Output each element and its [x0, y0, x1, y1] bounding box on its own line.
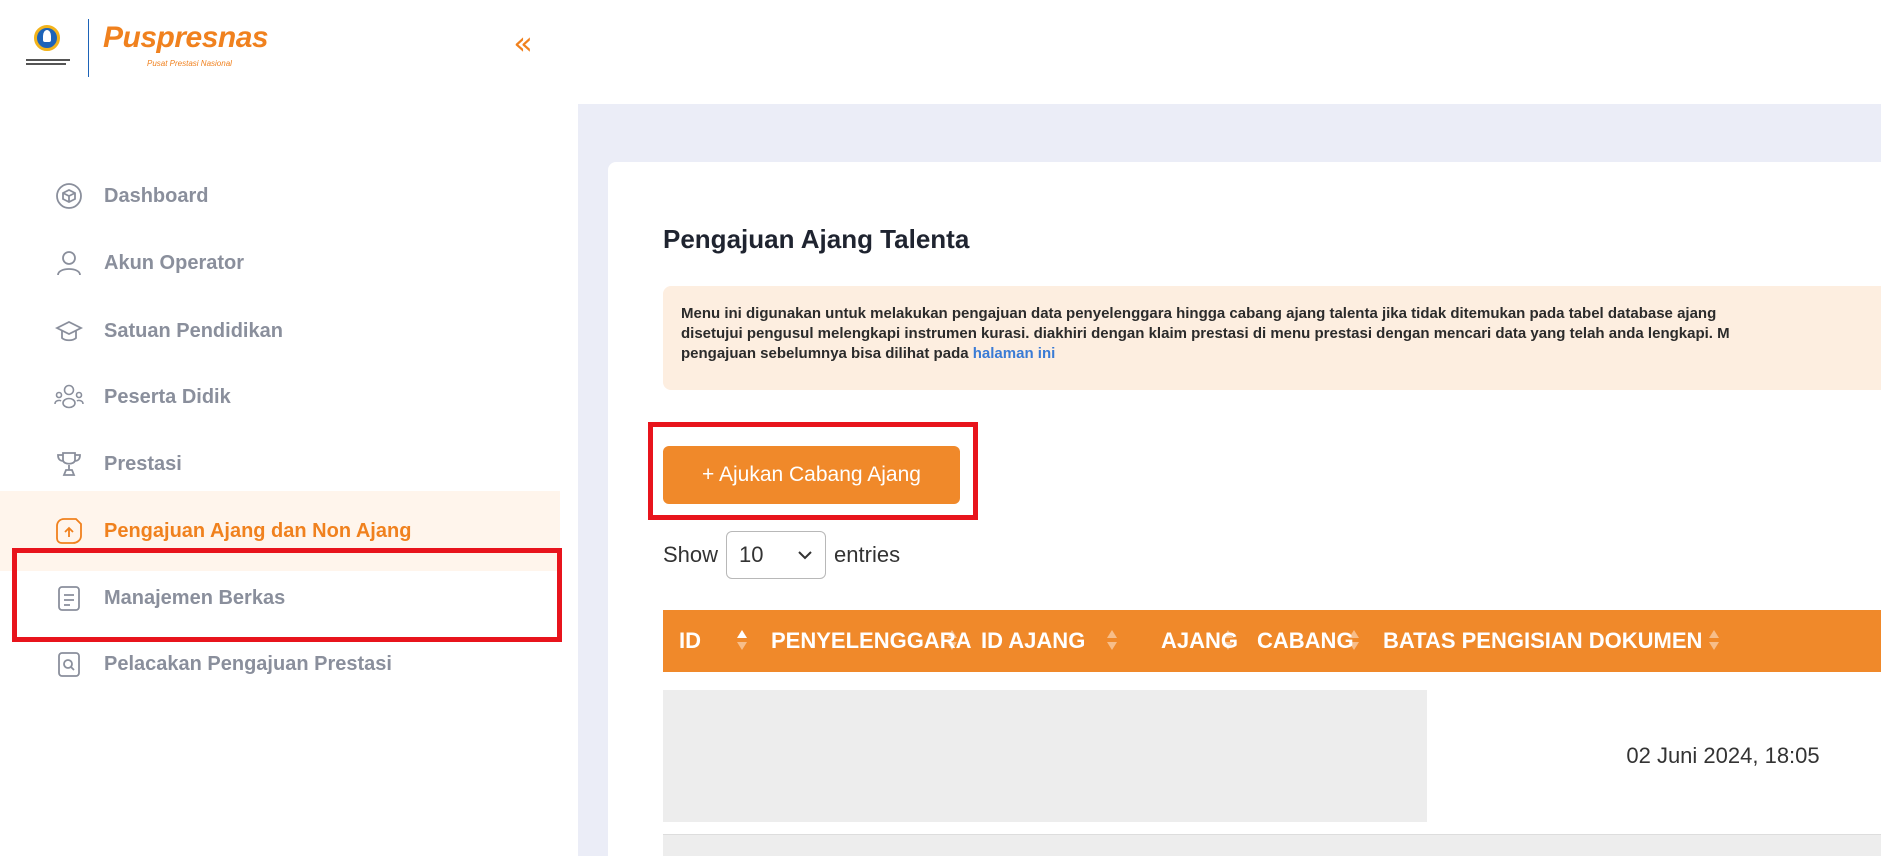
sidebar-item-label: Prestasi	[104, 452, 182, 475]
sort-icon	[1223, 630, 1233, 652]
logo-divider	[88, 19, 89, 77]
sidebar-item-label: Pelacakan Pengajuan Prestasi	[104, 652, 392, 675]
entries-control: Show 10 entries	[663, 530, 900, 580]
show-label: Show	[663, 542, 719, 567]
search-file-icon	[54, 649, 84, 679]
table-row	[663, 834, 1881, 856]
chevron-down-icon	[797, 547, 813, 563]
entries-suffix-label: entries	[834, 542, 901, 567]
entries-selected-value: 10	[739, 542, 764, 567]
user-icon	[54, 248, 84, 278]
sidebar-item-label: Satuan Pendidikan	[104, 319, 283, 342]
sidebar-item-label: Manajemen Berkas	[104, 586, 286, 609]
ajukan-cabang-ajang-button[interactable]: + Ajukan Cabang Ajang	[663, 446, 960, 504]
topbar	[578, 0, 1881, 104]
document-icon	[54, 583, 84, 613]
history-link[interactable]: halaman ini	[973, 345, 1056, 362]
column-header-penyelenggara[interactable]: PENYELENGGARA	[755, 610, 971, 672]
users-icon	[54, 382, 84, 412]
column-header-id[interactable]: ID	[663, 610, 755, 672]
emblem-logo	[26, 19, 70, 77]
column-header-ajang[interactable]: AJANG	[1125, 610, 1241, 672]
info-notice: Menu ini digunakan untuk melakukan penga…	[663, 286, 1881, 390]
column-header-batas-pengisian[interactable]: BATAS PENGISIAN DOKUMEN	[1367, 610, 1727, 672]
sidebar-item-label: Peserta Didik	[104, 385, 231, 408]
upload-file-icon	[54, 516, 84, 546]
sidebar-item-pelacakan[interactable]: Pelacakan Pengajuan Prestasi	[0, 624, 560, 704]
notice-line-3-text: pengajuan sebelumnya bisa dilihat pada	[681, 345, 969, 362]
sidebar-item-label: Akun Operator	[104, 251, 245, 274]
sort-icon	[947, 630, 957, 652]
sidebar: Puspresnas Pusat Prestasi Nasional « Das…	[0, 0, 578, 856]
notice-line-3: pengajuan sebelumnya bisa dilihat pada h…	[681, 344, 1875, 364]
sidebar-item-label: Pengajuan Ajang dan Non Ajang	[104, 519, 412, 542]
entries-per-page-select[interactable]: 10	[726, 531, 827, 579]
collapse-sidebar-button[interactable]: «	[508, 27, 538, 59]
notice-line-2: disetujui pengusul melengkapi instrumen …	[681, 325, 1730, 342]
table-header: ID PENYELENGGARA ID AJANG AJANG CABANG B…	[663, 610, 1881, 672]
sort-icon	[1349, 630, 1359, 652]
graduation-cap-icon	[54, 316, 84, 346]
column-header-cabang[interactable]: CABANG	[1241, 610, 1367, 672]
redacted-cells	[663, 690, 1427, 822]
brand-tagline: Pusat Prestasi Nasional	[147, 59, 232, 68]
sidebar-item-label: Dashboard	[104, 184, 209, 207]
table-row: 02 Juni 2024, 18:05	[663, 690, 1881, 822]
trophy-icon	[54, 449, 84, 479]
notice-line-1: Menu ini digunakan untuk melakukan penga…	[681, 305, 1717, 322]
sort-icon	[1107, 630, 1117, 652]
content-card: Pengajuan Ajang Talenta Menu ini digunak…	[608, 162, 1881, 856]
sort-icon	[1709, 630, 1719, 652]
column-header-id-ajang[interactable]: ID AJANG	[965, 610, 1125, 672]
page-title: Pengajuan Ajang Talenta	[663, 224, 970, 254]
brand-logo: Puspresnas Pusat Prestasi Nasional	[103, 19, 269, 77]
brand-name: Puspresnas	[103, 21, 269, 54]
logo[interactable]: Puspresnas Pusat Prestasi Nasional	[26, 18, 269, 78]
cube-icon	[54, 181, 84, 211]
batas-pengisian-cell: 02 Juni 2024, 18:05	[1626, 743, 1820, 768]
sort-asc-icon	[737, 630, 747, 652]
